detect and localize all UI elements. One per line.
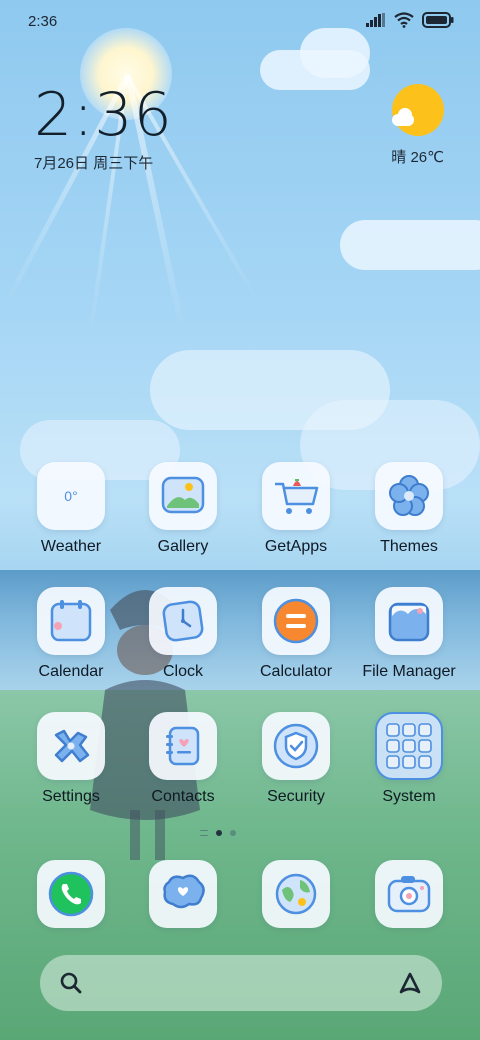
app-security[interactable]: Security: [241, 712, 351, 806]
app-label: Contacts: [151, 788, 215, 805]
page-indicator-dot[interactable]: [230, 830, 236, 836]
app-label: Weather: [40, 538, 102, 555]
weather-text: 晴 26℃: [391, 149, 444, 166]
partly-sunny-icon: [391, 84, 444, 136]
dock-messaging[interactable]: [128, 860, 238, 928]
cloud: [340, 220, 480, 270]
dock-phone[interactable]: [16, 860, 126, 928]
flower-icon: [375, 462, 443, 530]
app-label: Security: [267, 788, 325, 805]
globe-icon: [262, 860, 330, 928]
app-system-folder[interactable]: System: [354, 712, 464, 806]
search-icon[interactable]: [58, 970, 84, 996]
app-contacts[interactable]: Contacts: [128, 712, 238, 806]
app-label: Themes: [380, 538, 438, 555]
gallery-icon: [149, 462, 217, 530]
app-label: Settings: [42, 788, 100, 805]
search-bar[interactable]: [40, 955, 442, 1011]
message-bubble-icon: [149, 860, 217, 928]
status-icons: [366, 12, 454, 28]
app-label: Clock: [162, 663, 203, 680]
dock-browser[interactable]: [241, 860, 351, 928]
app-themes[interactable]: Themes: [354, 462, 464, 556]
page-indicator-feed[interactable]: [200, 830, 208, 836]
wifi-icon: [394, 12, 414, 28]
app-clock[interactable]: Clock: [128, 587, 238, 681]
app-weather[interactable]: 0° Weather: [16, 462, 126, 556]
clock-date: 7月26日 周三下午: [34, 155, 154, 172]
calculator-icon: [262, 587, 330, 655]
camera-icon: [375, 860, 443, 928]
folder-icon: [375, 587, 443, 655]
clock-icon: [149, 587, 217, 655]
app-label: Calculator: [259, 663, 333, 680]
app-settings[interactable]: Settings: [16, 712, 126, 806]
app-calculator[interactable]: Calculator: [241, 587, 351, 681]
app-label: Calendar: [38, 663, 104, 680]
shield-icon: [262, 712, 330, 780]
calendar-icon: [37, 587, 105, 655]
dock-camera[interactable]: [354, 860, 464, 928]
weather-widget[interactable]: 晴 26℃: [391, 84, 444, 167]
app-getapps[interactable]: GetApps: [241, 462, 351, 556]
app-label: File Manager: [362, 663, 456, 680]
status-bar: 2:36: [0, 0, 480, 42]
app-label: System: [382, 788, 436, 805]
assistant-icon[interactable]: [396, 970, 424, 996]
battery-icon: [422, 12, 454, 28]
app-gallery[interactable]: Gallery: [128, 462, 238, 556]
app-label: Gallery: [157, 538, 209, 555]
app-calendar[interactable]: Calendar: [16, 587, 126, 681]
phone-icon: [37, 860, 105, 928]
status-time: 2:36: [28, 13, 58, 30]
contacts-book-icon: [149, 712, 217, 780]
app-label: GetApps: [264, 538, 328, 555]
weather-icon: 0°: [37, 462, 105, 530]
clock-time: 2:36: [34, 80, 173, 150]
page-indicator-dot-active[interactable]: [216, 830, 222, 836]
shopping-cart-icon: [262, 462, 330, 530]
app-folder-icon: [375, 712, 443, 780]
signal-icon: [366, 13, 385, 27]
clock-widget[interactable]: 2:36 7月26日 周三下午: [34, 80, 173, 173]
page-indicator[interactable]: [200, 830, 236, 836]
app-file-manager[interactable]: File Manager: [354, 587, 464, 681]
wrench-icon: [37, 712, 105, 780]
weather-icon-temp: 0°: [64, 488, 78, 504]
